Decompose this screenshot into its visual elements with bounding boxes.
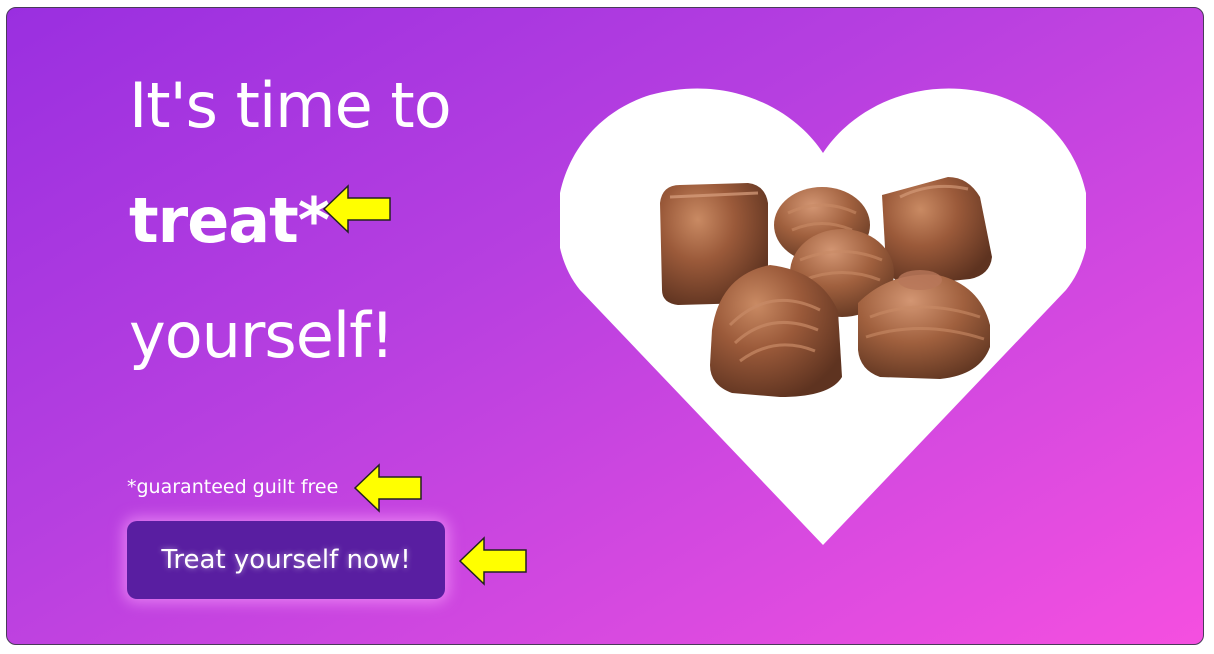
left-arrow-icon	[322, 184, 391, 234]
headline: It's time to treat* yourself!	[129, 48, 452, 393]
headline-line-3: yourself!	[129, 299, 395, 372]
treat-yourself-button[interactable]: Treat yourself now!	[127, 521, 445, 599]
left-arrow-icon	[458, 536, 527, 586]
left-arrow-icon	[353, 463, 422, 513]
footnote: *guaranteed guilt free	[127, 476, 339, 498]
hero-card: It's time to treat* yourself! *guarantee…	[6, 7, 1204, 645]
headline-line-1: It's time to	[129, 69, 452, 142]
headline-line-2: treat*	[129, 184, 330, 257]
chocolate-heart-image	[560, 85, 1086, 545]
